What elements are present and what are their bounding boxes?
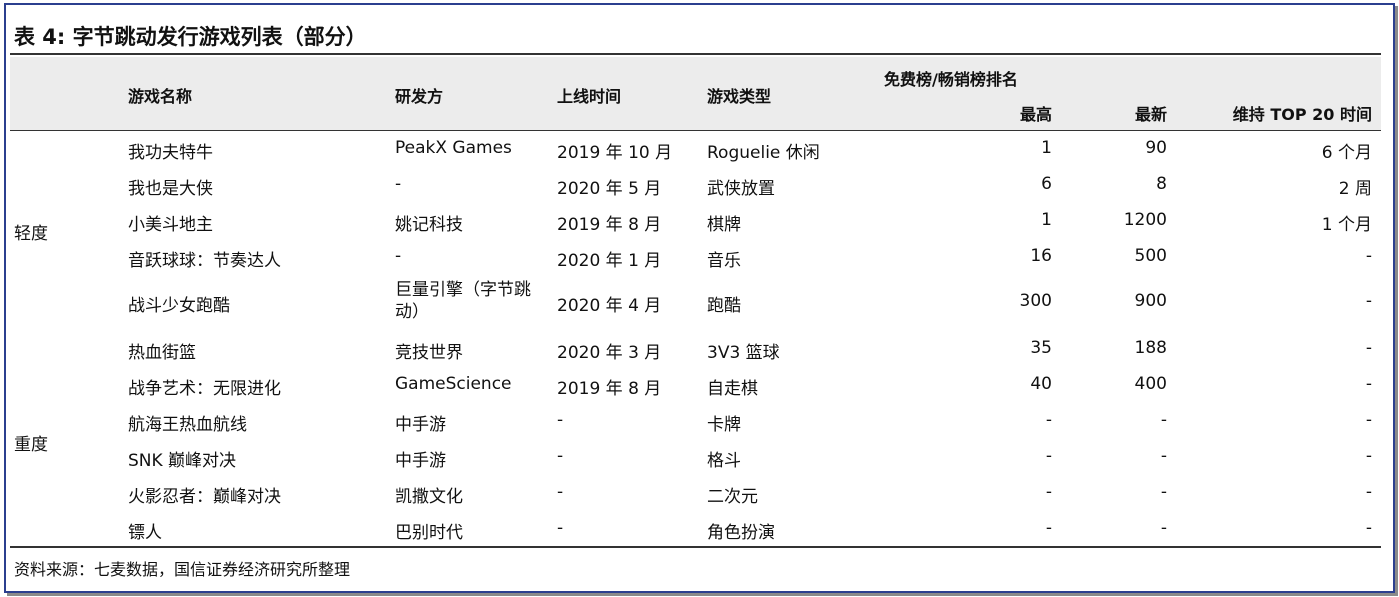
header-rank-group: 免费榜/畅销榜排名 bbox=[884, 70, 1018, 89]
cell-developer: 中手游 bbox=[395, 415, 446, 435]
cell-latest: - bbox=[1160, 482, 1167, 502]
cell-latest: 900 bbox=[1134, 291, 1167, 311]
header-developer: 研发方 bbox=[395, 87, 444, 106]
cell-top20: - bbox=[1365, 446, 1372, 466]
cell-launch: 2020 年 1 月 bbox=[557, 251, 662, 271]
cell-launch: 2019 年 8 月 bbox=[557, 215, 662, 235]
cell-top20: - bbox=[1365, 410, 1372, 430]
header-launch: 上线时间 bbox=[557, 87, 622, 106]
cell-best: - bbox=[1045, 410, 1052, 430]
cell-developer: 中手游 bbox=[395, 451, 446, 471]
cell-best: 35 bbox=[1030, 338, 1052, 358]
cell-top20: - bbox=[1365, 246, 1372, 266]
cell-top20: - bbox=[1365, 482, 1372, 502]
cell-name: 音跃球球：节奏达人 bbox=[128, 251, 281, 271]
cell-best: 16 bbox=[1030, 246, 1052, 266]
cell-genre: 棋牌 bbox=[707, 215, 741, 235]
cell-name: 小美斗地主 bbox=[128, 215, 213, 235]
cell-launch: 2020 年 5 月 bbox=[557, 179, 662, 199]
cell-best: 1 bbox=[1041, 138, 1052, 158]
cell-developer: 姚记科技 bbox=[395, 215, 463, 235]
cell-launch: - bbox=[557, 446, 564, 466]
cell-developer: 巴别时代 bbox=[395, 523, 463, 543]
header-rule bbox=[10, 130, 1381, 131]
cell-name: 战斗少女跑酷 bbox=[128, 296, 230, 316]
header-name: 游戏名称 bbox=[128, 87, 193, 106]
category-light: 轻度 bbox=[14, 224, 48, 244]
cell-name: 我功夫特牛 bbox=[128, 143, 213, 163]
cell-genre: 二次元 bbox=[707, 487, 758, 507]
cell-best: 300 bbox=[1019, 291, 1052, 311]
cell-top20: - bbox=[1365, 338, 1372, 358]
cell-top20: - bbox=[1365, 291, 1372, 311]
bottom-rule bbox=[10, 546, 1381, 548]
cell-genre: 卡牌 bbox=[707, 415, 741, 435]
cell-name: 火影忍者：巅峰对决 bbox=[128, 487, 281, 507]
cell-best: - bbox=[1045, 482, 1052, 502]
cell-top20: 6 个月 bbox=[1321, 143, 1372, 163]
cell-top20: 2 周 bbox=[1338, 179, 1372, 199]
cell-top20: - bbox=[1365, 374, 1372, 394]
document-frame: 表 4: 字节跳动发行游戏列表（部分） 游戏名称 研发方 上线时间 游戏类型 免… bbox=[4, 3, 1395, 593]
cell-latest: - bbox=[1160, 518, 1167, 538]
cell-latest: 188 bbox=[1134, 338, 1167, 358]
cell-latest: 8 bbox=[1156, 174, 1167, 194]
cell-developer: 凯撒文化 bbox=[395, 487, 463, 507]
cell-latest: 90 bbox=[1145, 138, 1167, 158]
cell-name: 我也是大侠 bbox=[128, 179, 213, 199]
cell-name: 战争艺术：无限进化 bbox=[128, 379, 281, 399]
cell-name: SNK 巅峰对决 bbox=[128, 451, 237, 471]
cell-genre: 角色扮演 bbox=[707, 523, 775, 543]
cell-launch: 2019 年 10 月 bbox=[557, 143, 673, 163]
cell-developer: 巨量引擎（字节跳动） bbox=[395, 280, 531, 322]
cell-genre: 音乐 bbox=[707, 251, 741, 271]
table-title: 表 4: 字节跳动发行游戏列表（部分） bbox=[14, 25, 367, 49]
cell-developer: GameScience bbox=[395, 374, 512, 394]
header-top20: 维持 TOP 20 时间 bbox=[1232, 105, 1372, 124]
cell-name: 热血街篮 bbox=[128, 343, 196, 363]
cell-best: 1 bbox=[1041, 210, 1052, 230]
cell-name: 镖人 bbox=[128, 523, 162, 543]
cell-name: 航海王热血航线 bbox=[128, 415, 247, 435]
source-note: 资料来源：七麦数据，国信证券经济研究所整理 bbox=[14, 560, 351, 579]
cell-developer: - bbox=[395, 174, 402, 194]
category-heavy: 重度 bbox=[14, 435, 48, 455]
cell-launch: 2020 年 4 月 bbox=[557, 296, 662, 316]
cell-launch: - bbox=[557, 410, 564, 430]
cell-latest: 500 bbox=[1134, 246, 1167, 266]
cell-launch: - bbox=[557, 482, 564, 502]
cell-top20: - bbox=[1365, 518, 1372, 538]
cell-launch: 2019 年 8 月 bbox=[557, 379, 662, 399]
cell-best: 40 bbox=[1030, 374, 1052, 394]
cell-developer: 竞技世界 bbox=[395, 343, 463, 363]
cell-launch: 2020 年 3 月 bbox=[557, 343, 662, 363]
cell-genre: 格斗 bbox=[707, 451, 741, 471]
cell-best: - bbox=[1045, 518, 1052, 538]
cell-genre: 3V3 篮球 bbox=[707, 343, 780, 363]
cell-developer: - bbox=[395, 246, 402, 266]
cell-best: 6 bbox=[1041, 174, 1052, 194]
cell-genre: 自走棋 bbox=[707, 379, 758, 399]
cell-developer: PeakX Games bbox=[395, 138, 512, 158]
header-genre: 游戏类型 bbox=[707, 87, 772, 106]
header-latest: 最新 bbox=[1134, 105, 1167, 124]
cell-top20: 1 个月 bbox=[1321, 215, 1372, 235]
cell-latest: 1200 bbox=[1123, 210, 1167, 230]
top-rule bbox=[10, 53, 1381, 55]
cell-latest: 400 bbox=[1134, 374, 1167, 394]
cell-best: - bbox=[1045, 446, 1052, 466]
cell-launch: - bbox=[557, 518, 564, 538]
cell-latest: - bbox=[1160, 410, 1167, 430]
cell-genre: Roguelie 休闲 bbox=[707, 143, 820, 163]
cell-genre: 武侠放置 bbox=[707, 179, 775, 199]
header-band bbox=[10, 57, 1381, 130]
header-best: 最高 bbox=[1019, 105, 1052, 124]
cell-latest: - bbox=[1160, 446, 1167, 466]
cell-genre: 跑酷 bbox=[707, 296, 741, 316]
